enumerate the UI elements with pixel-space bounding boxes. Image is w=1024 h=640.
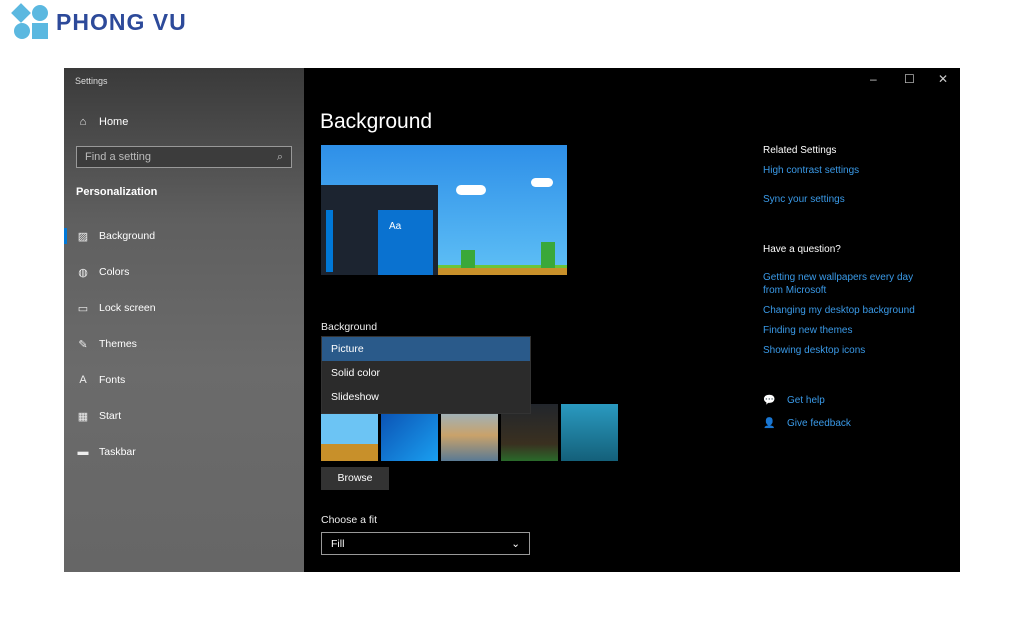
- section-heading: Personalization: [76, 186, 158, 198]
- link-sync-settings[interactable]: Sync your settings: [763, 194, 845, 205]
- sidebar-item-background[interactable]: ▨ Background: [64, 225, 304, 247]
- sidebar-item-taskbar[interactable]: ▬ Taskbar: [64, 441, 304, 463]
- themes-icon: ✎: [78, 338, 88, 351]
- fit-dropdown[interactable]: Fill ⌄: [321, 532, 530, 555]
- preview-tile-text: Aa: [389, 221, 402, 232]
- settings-window: Settings ⌂ Home Find a setting ⌕ Personali…: [64, 68, 960, 572]
- sidebar-item-label: Fonts: [99, 374, 126, 386]
- sidebar-item-start[interactable]: ▦ Start: [64, 405, 304, 427]
- sidebar-item-label: Taskbar: [99, 446, 136, 458]
- fit-value: Fill: [331, 538, 345, 550]
- background-preview: Aa: [321, 145, 567, 275]
- home-link[interactable]: ⌂ Home: [77, 116, 129, 128]
- phong-vu-logo: PHONG VU: [11, 3, 187, 40]
- link-change-background[interactable]: Changing my desktop background: [763, 305, 915, 316]
- page-title: Background: [320, 110, 433, 133]
- link-high-contrast[interactable]: High contrast settings: [763, 165, 859, 176]
- taskbar-icon: ▬: [77, 446, 89, 458]
- sidebar-item-label: Colors: [99, 266, 130, 278]
- sidebar-item-label: Start: [99, 410, 122, 422]
- option-slideshow[interactable]: Slideshow: [322, 385, 530, 409]
- palette-icon: ◍: [78, 266, 88, 279]
- home-icon: ⌂: [79, 116, 87, 128]
- feedback-icon: 👤: [763, 418, 776, 429]
- background-dropdown[interactable]: Picture Solid color Slideshow: [321, 336, 531, 414]
- fit-label: Choose a fit: [321, 514, 378, 526]
- question-title: Have a question?: [763, 244, 841, 255]
- sidebar: Settings ⌂ Home Find a setting ⌕ Personali…: [64, 68, 304, 572]
- get-help-link[interactable]: Get help: [787, 395, 825, 406]
- link-desktop-icons[interactable]: Showing desktop icons: [763, 345, 865, 356]
- give-feedback-link[interactable]: Give feedback: [787, 418, 851, 429]
- start-icon: ▦: [77, 410, 89, 423]
- link-finding-themes[interactable]: Finding new themes: [763, 325, 853, 336]
- search-icon: ⌕: [276, 151, 283, 163]
- link-wallpapers[interactable]: Getting new wallpapers every day from Mi…: [763, 271, 933, 297]
- sidebar-item-colors[interactable]: ◍ Colors: [64, 261, 304, 283]
- minimize-button[interactable]: –: [870, 72, 877, 86]
- fonts-icon: A: [79, 374, 87, 386]
- maximize-button[interactable]: ☐: [904, 72, 915, 86]
- sidebar-item-label: Background: [99, 230, 156, 242]
- option-solid-color[interactable]: Solid color: [322, 361, 530, 385]
- sidebar-item-label: Themes: [99, 338, 137, 350]
- sidebar-item-label: Lock screen: [99, 302, 156, 314]
- close-button[interactable]: ✕: [938, 72, 948, 86]
- logo-mark: [11, 3, 52, 40]
- option-picture[interactable]: Picture: [322, 337, 530, 361]
- search-input[interactable]: Find a setting ⌕: [76, 146, 292, 168]
- sidebar-item-fonts[interactable]: A Fonts: [64, 369, 304, 391]
- chevron-down-icon: ⌄: [511, 538, 520, 550]
- window-title: Settings: [75, 76, 108, 86]
- related-title: Related Settings: [763, 145, 837, 156]
- background-label: Background: [321, 321, 378, 333]
- sidebar-item-lock-screen[interactable]: ▭ Lock screen: [64, 297, 304, 319]
- home-label: Home: [99, 116, 129, 128]
- help-icon: 💬: [763, 395, 776, 406]
- search-placeholder: Find a setting: [85, 151, 152, 163]
- thumbnail-underwater[interactable]: [561, 404, 618, 461]
- logo-text: PHONG VU: [56, 8, 187, 35]
- browse-button[interactable]: Browse: [321, 467, 389, 490]
- image-icon: ▨: [77, 230, 89, 243]
- lock-screen-icon: ▭: [77, 302, 89, 315]
- sidebar-item-themes[interactable]: ✎ Themes: [64, 333, 304, 355]
